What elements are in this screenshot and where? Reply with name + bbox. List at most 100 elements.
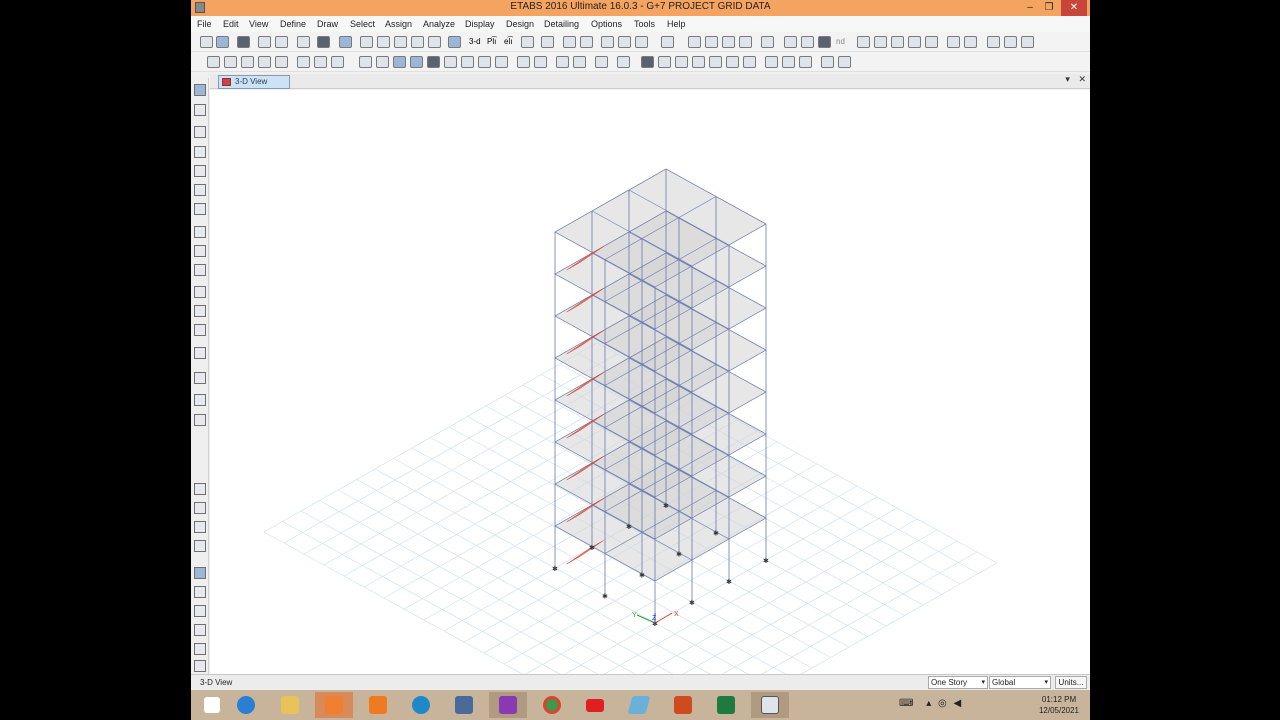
plan-view-button[interactable]: Pl͡ı bbox=[487, 37, 496, 46]
shell-icon[interactable] bbox=[241, 56, 254, 68]
perspective-icon[interactable] bbox=[541, 36, 554, 48]
menu-define[interactable]: Define bbox=[280, 19, 306, 29]
snap-parallel-icon[interactable] bbox=[194, 624, 206, 636]
wind-load-icon[interactable] bbox=[692, 56, 705, 68]
show-deformed-icon[interactable] bbox=[722, 36, 735, 48]
stiffness-modifier-icon[interactable] bbox=[838, 56, 851, 68]
draw-dimension-icon[interactable] bbox=[194, 394, 206, 406]
design-slab-icon[interactable] bbox=[925, 36, 938, 48]
maximize-button[interactable]: ❐ bbox=[1039, 0, 1059, 16]
draw-secondary-beam-icon[interactable] bbox=[194, 203, 206, 215]
design-wall-icon[interactable] bbox=[908, 36, 921, 48]
undo-icon[interactable] bbox=[258, 36, 271, 48]
diaphragm-icon[interactable] bbox=[331, 56, 344, 68]
new-model-icon[interactable] bbox=[200, 36, 213, 48]
taskbar-clock[interactable]: 01:12 PM 12/05/2021 bbox=[1031, 694, 1087, 716]
spring-icon[interactable] bbox=[314, 56, 327, 68]
taskbar-file-explorer[interactable] bbox=[271, 692, 309, 718]
start-button[interactable] bbox=[193, 692, 231, 718]
shell-load-icon[interactable] bbox=[658, 56, 671, 68]
story-response-icon[interactable] bbox=[801, 36, 814, 48]
extrude-icon[interactable] bbox=[635, 36, 648, 48]
design-composite-icon[interactable] bbox=[891, 36, 904, 48]
save-icon[interactable] bbox=[237, 36, 250, 48]
show-loads-icon[interactable] bbox=[705, 36, 718, 48]
taskbar-excel[interactable] bbox=[707, 692, 745, 718]
auto-mesh-icon[interactable] bbox=[495, 56, 508, 68]
tendon-icon[interactable] bbox=[275, 56, 288, 68]
lock-icon[interactable] bbox=[317, 36, 330, 48]
redo-icon[interactable] bbox=[275, 36, 288, 48]
move-up-icon[interactable] bbox=[563, 36, 576, 48]
taskbar-network-drive[interactable] bbox=[445, 692, 483, 718]
draw-grid-icon[interactable] bbox=[194, 372, 206, 384]
refresh-icon[interactable] bbox=[297, 36, 310, 48]
taskbar-youtube[interactable] bbox=[576, 692, 614, 718]
menu-analyze[interactable]: Analyze bbox=[423, 19, 455, 29]
pressure-load-icon[interactable] bbox=[743, 56, 756, 68]
menu-select[interactable]: Select bbox=[350, 19, 375, 29]
nd-button[interactable]: nd bbox=[836, 37, 845, 46]
model-3d-view[interactable]: ✱✱✱✱✱✱✱✱✱✱✱✱ Y X Z bbox=[210, 90, 1090, 674]
rotate-view-icon[interactable] bbox=[521, 36, 534, 48]
taskbar-camera-app[interactable] bbox=[359, 692, 397, 718]
reshape-icon[interactable] bbox=[194, 104, 206, 116]
mass-source-icon[interactable] bbox=[821, 56, 834, 68]
load-combo-icon[interactable] bbox=[799, 56, 812, 68]
restraint-icon[interactable] bbox=[297, 56, 310, 68]
coordinate-system-selector[interactable]: Global ▾ bbox=[989, 676, 1051, 689]
frame-load-icon[interactable] bbox=[641, 56, 654, 68]
network-icon[interactable]: ◎ bbox=[938, 698, 947, 709]
check-concrete-icon[interactable] bbox=[964, 36, 977, 48]
volume-icon[interactable]: ◀ bbox=[954, 698, 962, 709]
zoom-window-icon[interactable] bbox=[360, 36, 373, 48]
taskbar-pdf-app[interactable] bbox=[489, 692, 527, 718]
draw-frame-icon[interactable] bbox=[194, 126, 206, 138]
snap-intelligent-icon[interactable] bbox=[194, 643, 206, 655]
load-pattern-icon[interactable] bbox=[765, 56, 778, 68]
summary-concrete-icon[interactable] bbox=[1004, 36, 1017, 48]
draw-floor-icon[interactable] bbox=[194, 226, 206, 238]
menu-draw[interactable]: Draw bbox=[317, 19, 338, 29]
pan-icon[interactable] bbox=[448, 36, 461, 48]
display-tables-icon[interactable] bbox=[784, 36, 797, 48]
taskbar-ppt-orange[interactable] bbox=[315, 692, 353, 718]
load-case-icon[interactable] bbox=[782, 56, 795, 68]
zoom-previous-icon[interactable] bbox=[428, 36, 441, 48]
local-axes-icon[interactable] bbox=[573, 56, 586, 68]
open-icon[interactable] bbox=[216, 36, 229, 48]
draw-column-icon[interactable] bbox=[194, 165, 206, 177]
slab-section-icon[interactable] bbox=[393, 56, 406, 68]
snap-intersection-icon[interactable] bbox=[194, 521, 206, 533]
show-forces-icon[interactable] bbox=[739, 36, 752, 48]
taskbar-notes-app[interactable] bbox=[620, 692, 658, 718]
pointer-icon[interactable] bbox=[194, 84, 206, 96]
joint-load-icon[interactable] bbox=[617, 56, 630, 68]
menu-detailing[interactable]: Detailing bbox=[544, 19, 579, 29]
section-cut-icon[interactable] bbox=[818, 36, 831, 48]
draw-rect-floor-icon[interactable] bbox=[194, 245, 206, 257]
draw-brace-icon[interactable] bbox=[194, 184, 206, 196]
joint-icon[interactable] bbox=[207, 56, 220, 68]
temperature-load-icon[interactable] bbox=[709, 56, 722, 68]
quick-draw-wall-icon[interactable] bbox=[194, 305, 206, 317]
menu-options[interactable]: Options bbox=[591, 19, 622, 29]
view-3d-button[interactable]: 3-d bbox=[469, 37, 481, 46]
snap-ends-icon[interactable] bbox=[194, 502, 206, 514]
model-3d-canvas[interactable]: ✱ ✱ ✱ ✱ ✱ ✱ ✱ ✱ ✱ ✱ ✱ ✱ Y X Z bbox=[210, 90, 1090, 674]
keyboard-icon[interactable]: ⌨ bbox=[899, 698, 913, 709]
snap-extension-icon[interactable] bbox=[194, 605, 206, 617]
menu-help[interactable]: Help bbox=[667, 19, 686, 29]
draw-link-tool-icon[interactable] bbox=[194, 347, 206, 359]
elevation-view-button[interactable]: el͡ı bbox=[504, 37, 512, 46]
taskbar-chrome[interactable] bbox=[533, 692, 571, 718]
menu-assign[interactable]: Assign bbox=[385, 19, 412, 29]
design-concrete-icon[interactable] bbox=[874, 36, 887, 48]
uniform-load-icon[interactable] bbox=[675, 56, 688, 68]
menu-edit[interactable]: Edit bbox=[223, 19, 239, 29]
zoom-out-icon[interactable] bbox=[394, 36, 407, 48]
zoom-restore-icon[interactable] bbox=[411, 36, 424, 48]
verify-design-icon[interactable] bbox=[1021, 36, 1034, 48]
draw-opening-icon[interactable] bbox=[194, 324, 206, 336]
close-button[interactable]: ✕ bbox=[1061, 0, 1087, 16]
